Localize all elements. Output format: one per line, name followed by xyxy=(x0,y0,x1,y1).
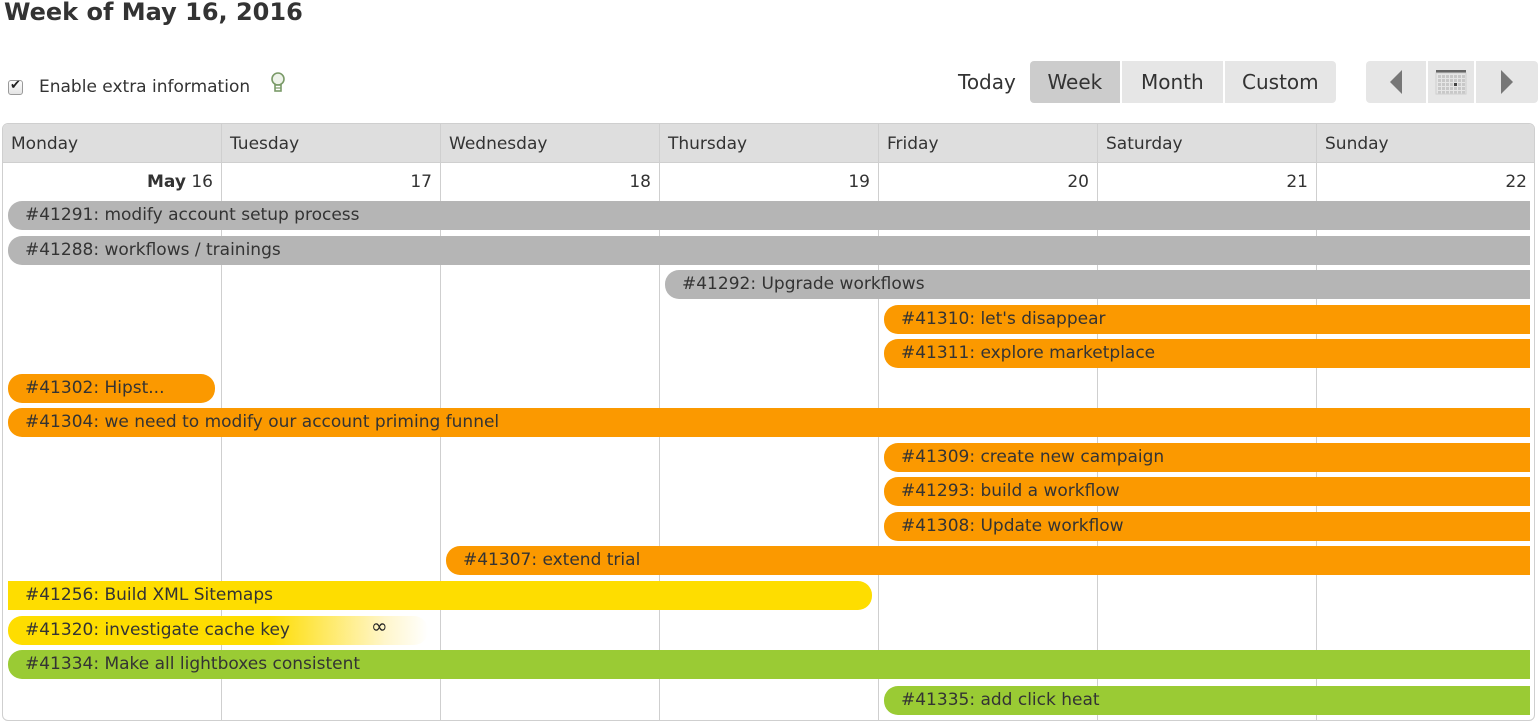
calendar-event[interactable]: #41291: modify account setup process xyxy=(8,201,1530,230)
calendar-event[interactable]: #41335: add click heat xyxy=(884,686,1530,715)
day-number[interactable]: 19 xyxy=(660,172,870,192)
event-label: #41256: Build XML Sitemaps xyxy=(25,585,273,605)
view-custom-button[interactable]: Custom xyxy=(1224,61,1336,103)
date-label: 19 xyxy=(848,172,870,192)
calendar-event[interactable]: #41307: extend trial xyxy=(446,546,1530,575)
week-calendar: Monday Tuesday Wednesday Thursday Friday Satu… xyxy=(2,123,1535,721)
chevron-left-icon xyxy=(1389,70,1402,94)
date-label: 17 xyxy=(410,172,432,192)
extra-info-toggle[interactable]: Enable extra information xyxy=(8,72,286,98)
date-navigation xyxy=(1365,61,1538,103)
day-header-row: Monday Tuesday Wednesday Thursday Friday Satu… xyxy=(3,124,1534,163)
day-number[interactable]: 21 xyxy=(1098,172,1308,192)
day-number[interactable]: May 16 xyxy=(3,172,213,192)
calendar-event[interactable]: #41311: explore marketplace xyxy=(884,339,1530,368)
day-name-tuesday: Tuesday xyxy=(230,134,300,154)
lightbulb-icon[interactable] xyxy=(270,72,286,94)
next-week-button[interactable] xyxy=(1475,61,1538,103)
date-label: 22 xyxy=(1505,172,1527,192)
calendar-event[interactable]: #41302: Hipst... xyxy=(8,374,215,403)
calendar-event[interactable]: #41310: let's disappear xyxy=(884,305,1530,334)
view-week-button[interactable]: Week xyxy=(1029,61,1122,103)
calendar-event[interactable]: #41334: Make all lightboxes consistent xyxy=(8,650,1530,679)
page-title: Week of May 16, 2016 xyxy=(4,0,303,26)
view-switcher: Week Month Custom xyxy=(1029,61,1336,103)
event-label: #41302: Hipst... xyxy=(25,378,165,398)
event-label: #41310: let's disappear xyxy=(901,309,1106,329)
open-ended-icon: ∞ xyxy=(371,616,388,638)
day-name-monday: Monday xyxy=(11,134,79,154)
day-name-friday: Friday xyxy=(887,134,939,154)
calendar-event[interactable]: #41309: create new campaign xyxy=(884,443,1530,472)
date-label: 21 xyxy=(1286,172,1308,192)
calendar-event[interactable]: #41256: Build XML Sitemaps xyxy=(8,581,872,610)
event-label: #41288: workflows / trainings xyxy=(25,240,281,260)
calendar-event[interactable]: #41308: Update workflow xyxy=(884,512,1530,541)
today-button[interactable]: Today xyxy=(958,70,1016,94)
day-name-saturday: Saturday xyxy=(1106,134,1183,154)
extra-info-checkbox[interactable] xyxy=(8,78,23,95)
calendar-icon xyxy=(1435,70,1467,95)
calendar-toolbar: Today Week Month Custom xyxy=(958,61,1538,103)
day-number[interactable]: 20 xyxy=(879,172,1089,192)
day-number[interactable]: 17 xyxy=(222,172,432,192)
day-number[interactable]: 18 xyxy=(441,172,651,192)
day-name-thursday: Thursday xyxy=(668,134,748,154)
calendar-event[interactable]: #41293: build a workflow xyxy=(884,477,1530,506)
date-picker-button[interactable] xyxy=(1427,61,1476,103)
calendar-event[interactable]: #41292: Upgrade workflows xyxy=(665,270,1530,299)
chevron-right-icon xyxy=(1500,70,1513,94)
day-name-sunday: Sunday xyxy=(1325,134,1389,154)
event-label: #41292: Upgrade workflows xyxy=(682,274,925,294)
month-label: May xyxy=(147,172,186,192)
view-month-button[interactable]: Month xyxy=(1121,61,1225,103)
day-number[interactable]: 22 xyxy=(1317,172,1527,192)
event-label: #41334: Make all lightboxes consistent xyxy=(25,654,361,674)
event-label: #41291: modify account setup process xyxy=(25,205,360,225)
event-label: #41304: we need to modify our account pr… xyxy=(25,412,500,432)
date-label: 20 xyxy=(1067,172,1089,192)
date-label: 16 xyxy=(191,172,213,192)
event-label: #41320: investigate cache key xyxy=(25,620,290,640)
day-name-wednesday: Wednesday xyxy=(449,134,548,154)
calendar-event[interactable]: #41320: investigate cache key ∞ xyxy=(8,616,428,645)
calendar-event[interactable]: #41288: workflows / trainings xyxy=(8,236,1530,265)
prev-week-button[interactable] xyxy=(1365,61,1428,103)
event-label: #41307: extend trial xyxy=(463,550,641,570)
event-label: #41293: build a workflow xyxy=(901,481,1120,501)
event-label: #41308: Update workflow xyxy=(901,516,1124,536)
extra-info-label: Enable extra information xyxy=(39,77,251,97)
date-label: 18 xyxy=(629,172,651,192)
event-label: #41309: create new campaign xyxy=(901,447,1165,467)
event-label: #41311: explore marketplace xyxy=(901,343,1156,363)
calendar-event[interactable]: #41304: we need to modify our account pr… xyxy=(8,408,1530,437)
event-label: #41335: add click heat xyxy=(901,690,1100,710)
